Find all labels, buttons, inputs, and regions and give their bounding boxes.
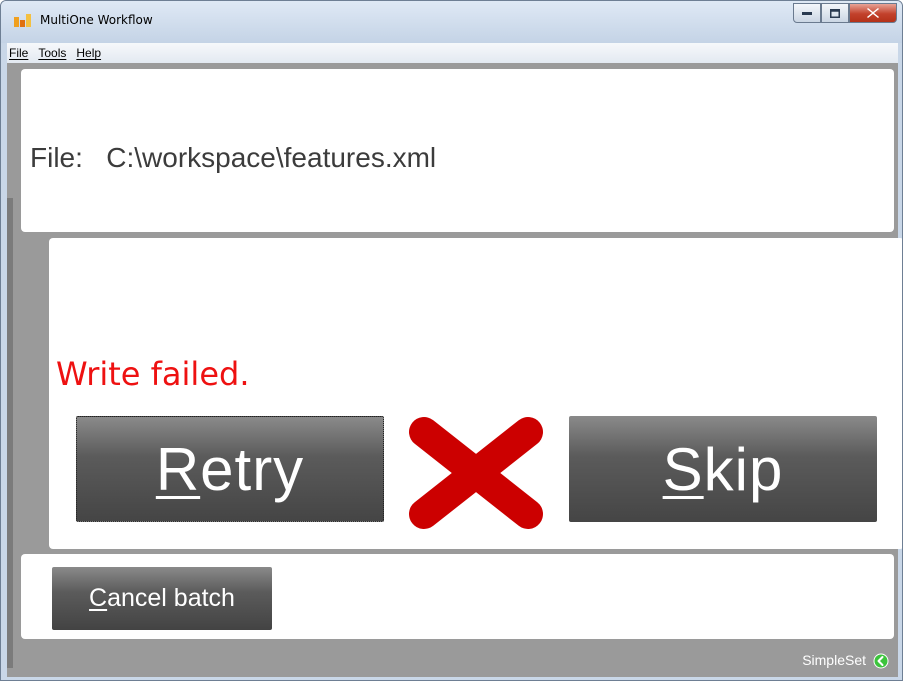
- skip-button[interactable]: Skip: [569, 416, 877, 522]
- minimize-icon: [802, 12, 812, 15]
- skip-button-label: Skip: [663, 435, 784, 504]
- file-path: C:\workspace\features.xml: [106, 142, 437, 173]
- menu-help[interactable]: Help: [75, 46, 101, 60]
- maximize-button[interactable]: [821, 3, 849, 23]
- simpleset-arrow-icon[interactable]: [873, 653, 889, 669]
- cancel-button-label: Cancel batch: [89, 584, 235, 613]
- close-icon: [867, 8, 879, 18]
- maximize-icon: [830, 8, 840, 18]
- close-button[interactable]: [849, 3, 897, 23]
- retry-button-label: Retry: [156, 435, 304, 504]
- cancel-label-rest: ancel batch: [107, 584, 235, 612]
- file-label: File:: [30, 142, 83, 173]
- window-title: MultiOne Workflow: [40, 13, 153, 27]
- app-icon: [14, 14, 31, 27]
- skip-label-rest: kip: [703, 435, 784, 503]
- client-area: File: C:\workspace\features.xml Write fa…: [7, 63, 902, 677]
- minimize-button[interactable]: [793, 3, 821, 23]
- status-panel: Write failed. Retry Skip: [49, 238, 902, 549]
- status-message: Write failed.: [56, 355, 250, 393]
- title-bar[interactable]: MultiOne Workflow: [1, 1, 902, 43]
- cancel-batch-button[interactable]: Cancel batch: [52, 567, 272, 630]
- app-window: MultiOne Workflow File Tools Help File: …: [0, 0, 903, 681]
- file-panel: File: C:\workspace\features.xml: [21, 69, 894, 232]
- skip-mnemonic: S: [662, 435, 704, 503]
- cancel-mnemonic: C: [89, 584, 108, 612]
- retry-label-rest: etry: [200, 435, 305, 503]
- menu-file[interactable]: File: [8, 46, 28, 60]
- simpleset-label: SimpleSet: [802, 652, 866, 668]
- error-x-icon: [409, 417, 543, 529]
- menu-tools[interactable]: Tools: [37, 46, 66, 60]
- retry-button[interactable]: Retry: [76, 416, 384, 522]
- retry-mnemonic: R: [155, 435, 201, 503]
- file-info: File: C:\workspace\features.xml: [30, 142, 436, 174]
- side-strip: [7, 198, 13, 668]
- menu-bar: File Tools Help: [7, 43, 898, 63]
- cancel-panel: Cancel batch: [21, 554, 894, 639]
